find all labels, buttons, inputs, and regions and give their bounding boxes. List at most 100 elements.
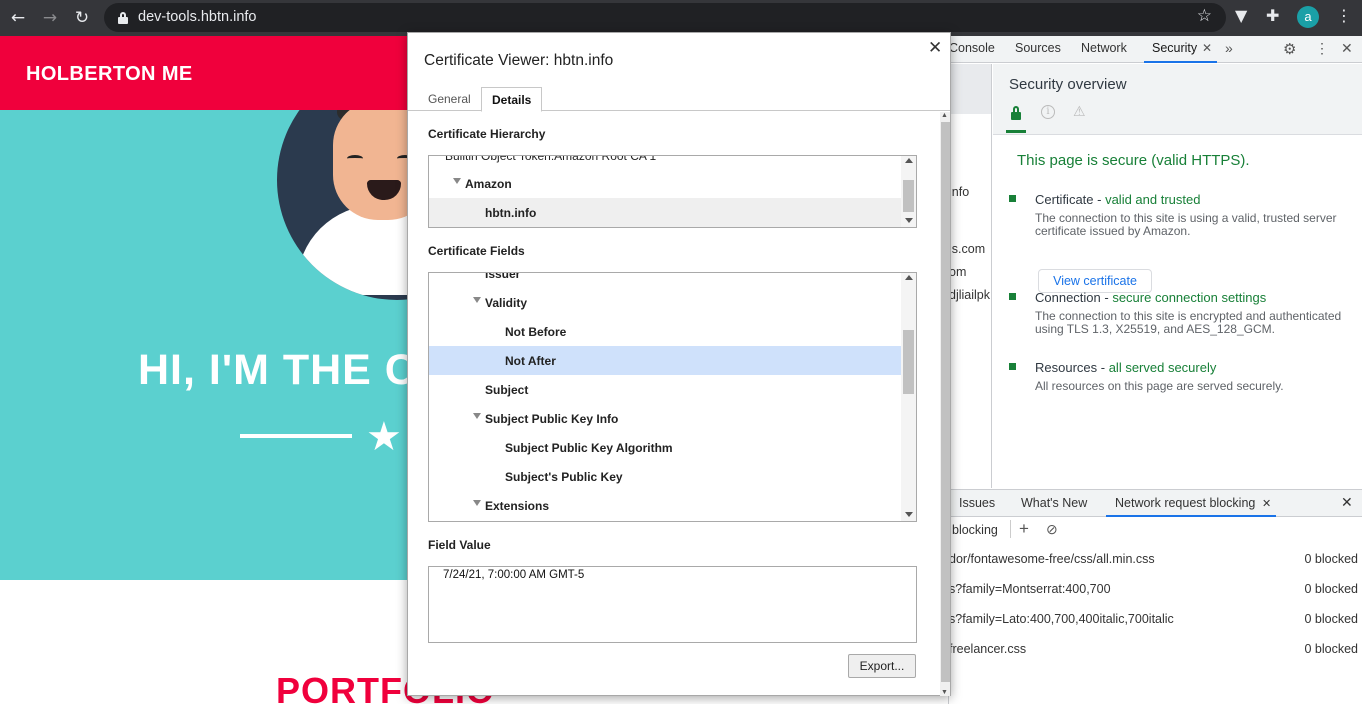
dialog-scrollbar[interactable]: ▲ ▼	[940, 112, 950, 696]
hero-section: HI, I'M THE C ★	[0, 110, 410, 580]
status-bullet	[1009, 363, 1016, 370]
pattern-text: freelancer.css	[949, 642, 1027, 656]
tree-item-not-before[interactable]: Not Before	[429, 317, 902, 346]
enable-blocking-label[interactable]: blocking	[952, 523, 998, 537]
tree-item-root[interactable]: Builtin Object Token:Amazon Root CA 1	[429, 156, 902, 170]
tree-item-public-key-algorithm[interactable]: Subject Public Key Algorithm	[429, 433, 902, 462]
info-icon: i	[1041, 105, 1055, 119]
tree-item-intermediate[interactable]: Amazon	[429, 169, 902, 198]
connection-status: secure connection settings	[1112, 290, 1267, 305]
certificate-status: valid and trusted	[1105, 192, 1201, 207]
address-bar[interactable]: dev-tools.hbtn.info ☆	[104, 3, 1226, 32]
tree-item-leaf[interactable]: hbtn.info	[429, 198, 902, 227]
security-origins-list: info is.com om djliailpk	[949, 64, 992, 488]
close-drawer-tab-icon[interactable]: ✕	[1262, 497, 1271, 510]
tree-item-subject[interactable]: Subject	[429, 375, 902, 404]
security-overview: Security overview i ⚠ This page is secur…	[993, 64, 1362, 488]
blocking-toolbar: blocking + ⊘	[949, 518, 1362, 544]
field-value-textarea[interactable]: 7/24/21, 7:00:00 AM GMT-5	[428, 566, 917, 643]
tab-details[interactable]: Details	[481, 87, 543, 112]
blocked-count: 0 blocked	[1304, 612, 1358, 626]
dialog-title: Certificate Viewer: hbtn.info	[424, 52, 614, 69]
export-button[interactable]: Export...	[848, 654, 916, 678]
tab-network[interactable]: Network	[1081, 41, 1127, 55]
connection-description: The connection to this site is encrypted…	[1035, 309, 1342, 336]
drawer-tab-bar: Issues What's New Network request blocki…	[949, 489, 1362, 517]
origin-item[interactable]: is.com	[949, 242, 985, 256]
tab-whats-new[interactable]: What's New	[1021, 496, 1087, 510]
site-header: HOLBERTON ME	[0, 36, 410, 110]
origin-overview-item[interactable]	[949, 64, 991, 114]
devtools-tab-bar: Console Sources Network Security ✕ » ⚙ ⋮…	[949, 36, 1362, 63]
close-devtools-icon[interactable]: ✕	[1341, 40, 1353, 57]
origin-item[interactable]: om	[949, 265, 966, 279]
tree-item-extensions[interactable]: Extensions	[429, 491, 902, 520]
origin-item[interactable]: info	[949, 185, 969, 199]
hierarchy-label: Certificate Hierarchy	[428, 127, 546, 141]
tree-item-validity[interactable]: Validity	[429, 288, 902, 317]
secure-lock-icon	[1010, 106, 1022, 120]
details-panel: Certificate Hierarchy Builtin Object Tok…	[408, 112, 939, 696]
blocking-pattern-row[interactable]: s?family=Montserrat:400,700 0 blocked	[949, 574, 1362, 604]
tree-item-public-key[interactable]: Subject's Public Key	[429, 462, 902, 491]
blocking-pattern-row[interactable]: freelancer.css 0 blocked	[949, 634, 1362, 664]
close-dialog-icon[interactable]: ✕	[928, 38, 942, 58]
reload-icon[interactable]: ↻	[70, 6, 94, 30]
tab-console[interactable]: Console	[949, 41, 995, 55]
profile-avatar[interactable]: a	[1297, 6, 1319, 28]
field-value-label: Field Value	[428, 538, 491, 552]
forward-arrow-icon[interactable]: →	[38, 6, 62, 30]
browser-menu-icon[interactable]: ⋮	[1336, 6, 1352, 25]
tree-item-subject-public-key-info[interactable]: Subject Public Key Info	[429, 404, 902, 433]
dialog-tab-bar: General Details	[408, 87, 950, 112]
expanded-triangle-icon[interactable]	[453, 178, 461, 184]
fields-label: Certificate Fields	[428, 244, 525, 258]
hierarchy-scrollbar[interactable]	[901, 156, 916, 227]
pattern-text: s?family=Montserrat:400,700	[949, 582, 1111, 596]
close-tab-icon[interactable]: ✕	[1202, 41, 1212, 55]
resources-status: all served securely	[1108, 360, 1217, 375]
blocked-count: 0 blocked	[1304, 642, 1358, 656]
certificate-fields-tree: Issuer Validity Not Before Not After Sub…	[428, 272, 917, 522]
expanded-triangle-icon[interactable]	[473, 500, 481, 506]
more-tabs-icon[interactable]: »	[1225, 40, 1233, 56]
tab-sources[interactable]: Sources	[1015, 41, 1061, 55]
block-icon[interactable]: ⊘	[1046, 521, 1058, 538]
extensions-puzzle-icon[interactable]: ✚	[1266, 6, 1279, 25]
devtools-panel: Console Sources Network Security ✕ » ⚙ ⋮…	[948, 36, 1362, 704]
origin-item[interactable]: djliailpk	[949, 288, 990, 302]
tree-item-not-after[interactable]: Not After	[429, 346, 902, 375]
tab-security[interactable]: Security	[1152, 41, 1197, 55]
close-drawer-icon[interactable]: ✕	[1341, 494, 1353, 511]
avatar-illustration	[277, 110, 410, 300]
certificate-description: The connection to this site is using a v…	[1035, 211, 1337, 238]
tab-issues[interactable]: Issues	[959, 496, 995, 510]
star-icon: ★	[366, 414, 402, 460]
back-arrow-icon[interactable]: ←	[6, 6, 30, 30]
certificate-viewer-dialog: Certificate Viewer: hbtn.info ✕ General …	[407, 32, 951, 696]
browser-toolbar: ← → ↻ dev-tools.hbtn.info ☆ ▼ ✚ a ⋮	[0, 0, 1362, 36]
url-text: dev-tools.hbtn.info	[138, 9, 257, 25]
add-pattern-icon[interactable]: +	[1019, 519, 1029, 539]
status-bullet	[1009, 293, 1016, 300]
fields-scrollbar[interactable]	[901, 273, 916, 521]
expanded-triangle-icon[interactable]	[473, 413, 481, 419]
resources-label: Resources -	[1035, 360, 1109, 375]
settings-gear-icon[interactable]: ⚙	[1283, 40, 1296, 58]
tab-general[interactable]: General	[418, 87, 481, 111]
status-bullet	[1009, 195, 1016, 202]
tab-network-request-blocking[interactable]: Network request blocking	[1115, 496, 1255, 510]
vue-extension-icon[interactable]: ▼	[1235, 6, 1247, 25]
blocking-pattern-row[interactable]: dor/fontawesome-free/css/all.min.css 0 b…	[949, 544, 1362, 574]
lock-icon[interactable]	[118, 12, 128, 24]
site-brand[interactable]: HOLBERTON ME	[26, 63, 193, 86]
tree-item-issuer[interactable]: Issuer	[429, 273, 902, 288]
pattern-text: s?family=Lato:400,700,400italic,700itali…	[949, 612, 1174, 626]
connection-label: Connection -	[1035, 290, 1113, 305]
certificate-label: Certificate -	[1035, 192, 1106, 207]
blocking-pattern-row[interactable]: s?family=Lato:400,700,400italic,700itali…	[949, 604, 1362, 634]
devtools-menu-icon[interactable]: ⋮	[1315, 40, 1329, 57]
bookmark-star-icon[interactable]: ☆	[1197, 6, 1212, 26]
expanded-triangle-icon[interactable]	[473, 297, 481, 303]
warning-icon: ⚠	[1073, 103, 1086, 119]
